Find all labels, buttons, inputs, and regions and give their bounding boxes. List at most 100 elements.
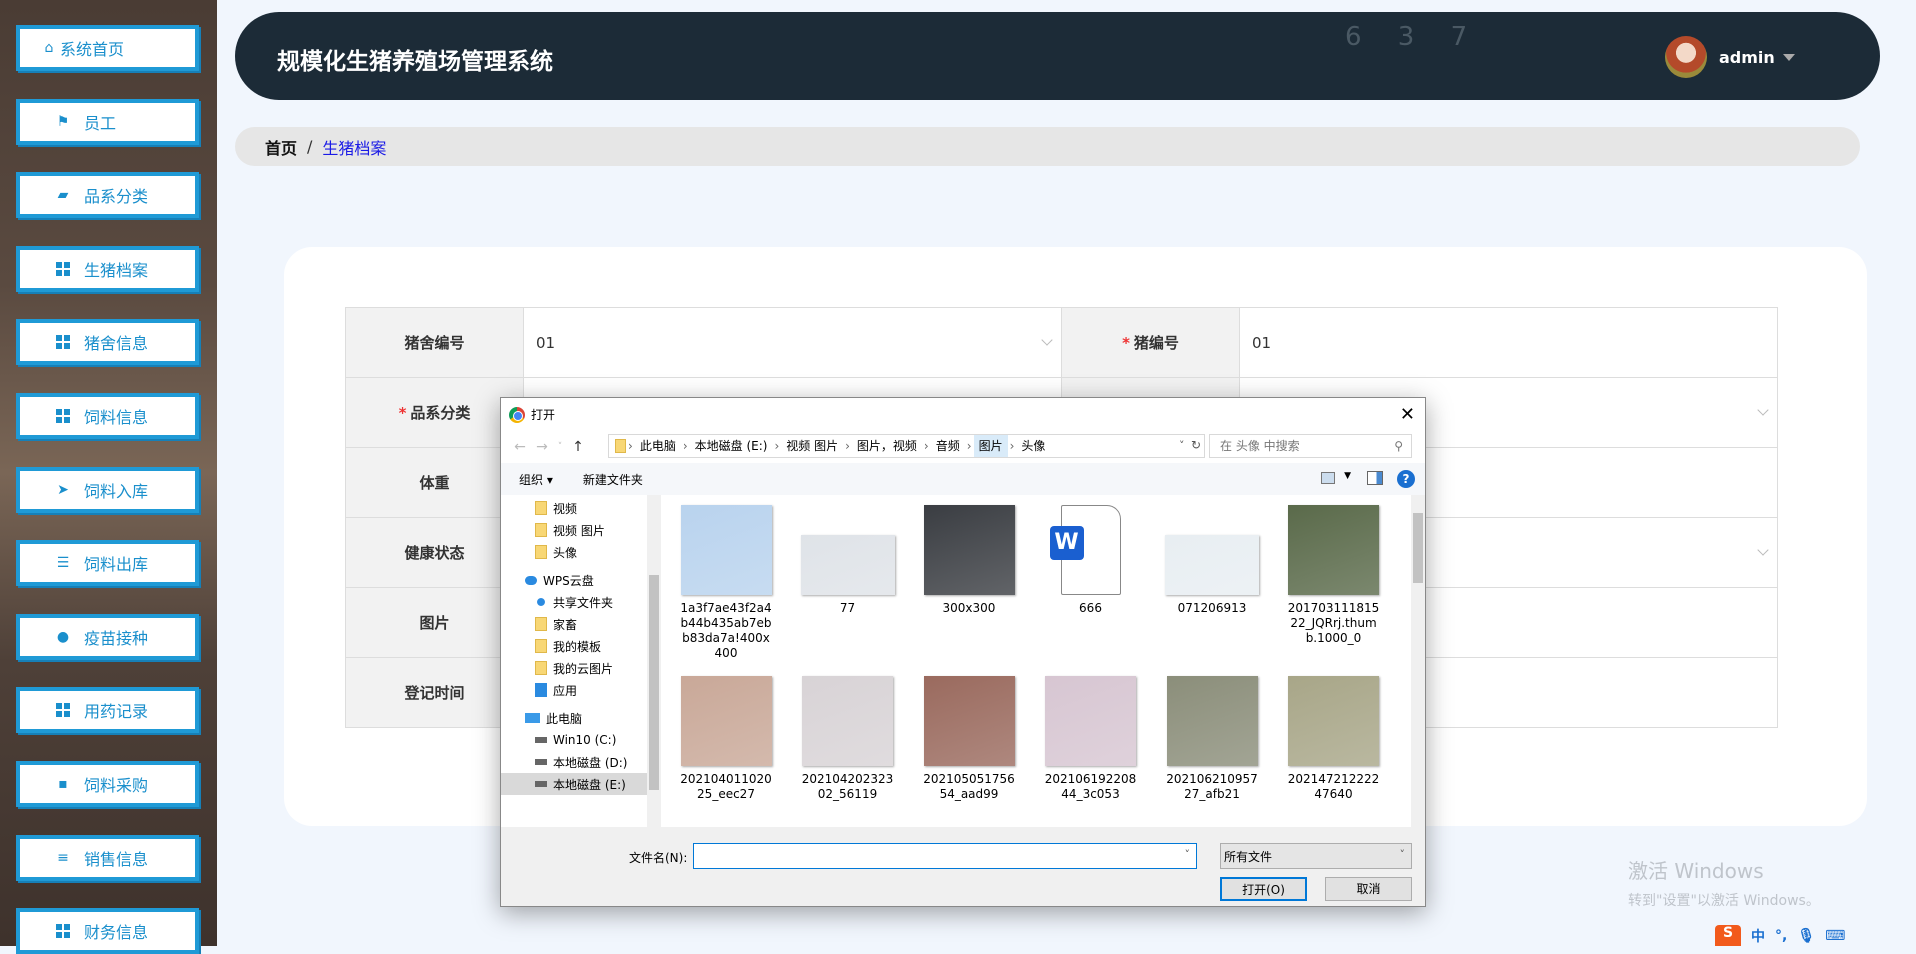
- help-icon[interactable]: ?: [1397, 470, 1415, 488]
- nav-item-label: 本地磁盘 (D:): [553, 755, 628, 770]
- back-icon[interactable]: ←: [509, 439, 531, 455]
- sidebar-item-3[interactable]: 生猪档案: [16, 245, 199, 292]
- file-item[interactable]: 20210505175654_aad99: [914, 676, 1024, 802]
- sidebar-item-9[interactable]: 用药记录: [16, 687, 199, 734]
- nav-item[interactable]: WPS云盘: [501, 569, 661, 591]
- file-name: 20210505175654_aad99: [923, 772, 1015, 801]
- nav-item[interactable]: 应用: [501, 679, 661, 701]
- ime-punct[interactable]: °,: [1775, 928, 1787, 944]
- cancel-button[interactable]: 取消: [1325, 877, 1412, 901]
- sidebar-item-4[interactable]: 猪舍信息: [16, 319, 199, 366]
- refresh-icon[interactable]: ↻: [1191, 438, 1201, 452]
- path-segment[interactable]: 头像: [1016, 435, 1050, 457]
- forward-icon[interactable]: →: [531, 439, 553, 455]
- file-item[interactable]: 300x300: [914, 505, 1024, 616]
- path-segment[interactable]: 图片，视频: [852, 435, 922, 457]
- nav-item-label: WPS云盘: [543, 573, 594, 588]
- sidebar-item-0[interactable]: ⌂ 系统首页: [16, 25, 199, 71]
- nav-item[interactable]: 共享文件夹: [501, 591, 661, 613]
- path-box[interactable]: › 此电脑 › 本地磁盘 (E:) › 视频 图片 › 图片，视频 › 音频 › 图片 › 头像: [608, 434, 1205, 458]
- sidebar-item-5[interactable]: 饲料信息: [16, 393, 199, 439]
- view-icon[interactable]: [1321, 472, 1335, 484]
- file-item[interactable]: 77: [793, 505, 903, 616]
- path-separator-icon[interactable]: ›: [626, 439, 635, 453]
- nav-item-label: 此电脑: [546, 711, 583, 726]
- nav-item[interactable]: 视频: [501, 497, 661, 519]
- nav-item[interactable]: 本地磁盘 (E:): [501, 773, 661, 795]
- breed-label-text: 品系分类: [410, 404, 471, 422]
- folder-icon: [535, 639, 547, 653]
- path-separator-icon[interactable]: ›: [922, 439, 931, 453]
- breadcrumb-separator: /: [307, 137, 313, 156]
- path-segment[interactable]: 此电脑: [635, 435, 681, 457]
- keyboard-icon[interactable]: ⌨: [1825, 928, 1845, 944]
- path-separator-icon[interactable]: ›: [1008, 439, 1017, 453]
- path-separator-icon[interactable]: ›: [681, 439, 690, 453]
- chevron-down-icon: [1757, 404, 1769, 416]
- path-segment[interactable]: 音频: [931, 435, 965, 457]
- preview-pane-icon[interactable]: [1367, 471, 1383, 485]
- nav-item[interactable]: 本地磁盘 (D:): [501, 751, 661, 773]
- path-separator-icon[interactable]: ›: [843, 439, 852, 453]
- nav-item[interactable]: Win10 (C:): [501, 729, 661, 751]
- nav-item[interactable]: 家畜: [501, 613, 661, 635]
- path-separator-icon[interactable]: ›: [965, 439, 974, 453]
- file-item[interactable]: 20210619220844_3c053: [1036, 676, 1146, 802]
- file-item[interactable]: 20210420232302_56119: [793, 676, 903, 802]
- file-name: 20210420232302_56119: [801, 772, 894, 801]
- image-thumbnail: [680, 676, 772, 766]
- sidebar-item-2[interactable]: ▰ 品系分类: [16, 172, 199, 219]
- nav-scrollbar[interactable]: [647, 495, 661, 827]
- file-item[interactable]: 20170311181522_JQRrj.thumb.1000_0: [1279, 505, 1389, 646]
- sidebar-item-8[interactable]: ● 疫苗接种: [16, 613, 199, 660]
- file-scrollbar[interactable]: [1411, 495, 1425, 827]
- file-item[interactable]: 20210401102025_eec27: [671, 676, 781, 802]
- sidebar-item-10[interactable]: ▪ 饲料采购: [16, 761, 199, 807]
- pen-number-value: 01: [536, 333, 556, 352]
- file-item[interactable]: 1a3f7ae43f2a4b44b435ab7ebb83da7a!400x400: [671, 505, 781, 661]
- path-segment[interactable]: 本地磁盘 (E:): [690, 435, 773, 457]
- up-icon[interactable]: ↑: [567, 439, 589, 455]
- pig-number-input[interactable]: 01: [1239, 307, 1778, 378]
- nav-item[interactable]: 我的模板: [501, 635, 661, 657]
- file-item[interactable]: 20214721222247640: [1279, 676, 1389, 802]
- path-segment[interactable]: 视频 图片: [781, 435, 843, 457]
- bulb-icon: ●: [56, 628, 70, 645]
- nav-item-label: 应用: [553, 683, 578, 698]
- filetype-select[interactable]: 所有文件 ˅: [1220, 843, 1412, 869]
- microphone-icon[interactable]: 🎙: [1797, 928, 1815, 944]
- sidebar-item-1[interactable]: ⚑ 员工: [16, 98, 199, 145]
- pen-number-select[interactable]: 01: [523, 307, 1062, 378]
- file-item[interactable]: W 666: [1036, 505, 1146, 616]
- ime-lang[interactable]: 中: [1751, 926, 1765, 946]
- image-thumbnail: [923, 505, 1015, 595]
- view-dropdown-icon[interactable]: ▼: [1344, 471, 1351, 481]
- sidebar-item-label: 疫苗接种: [84, 628, 149, 648]
- grid-icon: [56, 703, 70, 718]
- sidebar-item-12[interactable]: 财务信息: [16, 908, 199, 954]
- watermark-line2: 转到"设置"以激活 Windows。: [1628, 893, 1820, 909]
- sidebar-item-7[interactable]: ☰ 饲料出库: [16, 540, 199, 587]
- new-folder-button[interactable]: 新建文件夹: [583, 471, 643, 488]
- file-item[interactable]: 071206913: [1157, 505, 1267, 616]
- sidebar-item-11[interactable]: ≡ 销售信息: [16, 834, 199, 881]
- sidebar-item-6[interactable]: ➤ 饲料入库: [16, 466, 199, 513]
- path-separator-icon[interactable]: ›: [772, 439, 781, 453]
- open-button[interactable]: 打开(O): [1220, 877, 1307, 901]
- nav-item[interactable]: 头像: [501, 541, 661, 563]
- nav-item[interactable]: 视频 图片: [501, 519, 661, 541]
- filename-input[interactable]: ˅: [693, 843, 1197, 869]
- file-item[interactable]: 20210621095727_afb21: [1157, 676, 1267, 802]
- path-segment[interactable]: 图片: [973, 435, 1008, 457]
- organize-button[interactable]: 组织 ▾: [519, 471, 553, 488]
- file-name: 77: [839, 601, 856, 615]
- breadcrumb-home[interactable]: 首页: [265, 135, 297, 159]
- nav-item[interactable]: 此电脑: [501, 707, 661, 729]
- path-dropdown-icon[interactable]: ˅: [1179, 439, 1185, 452]
- recent-chevron-icon[interactable]: ˅: [553, 442, 567, 452]
- nav-item[interactable]: 我的云图片: [501, 657, 661, 679]
- search-input[interactable]: 在 头像 中搜索 ⚲: [1209, 434, 1412, 458]
- sogou-ime-icon[interactable]: S: [1715, 925, 1741, 946]
- close-button[interactable]: ✕: [1400, 404, 1415, 425]
- user-menu[interactable]: admin: [1665, 36, 1795, 78]
